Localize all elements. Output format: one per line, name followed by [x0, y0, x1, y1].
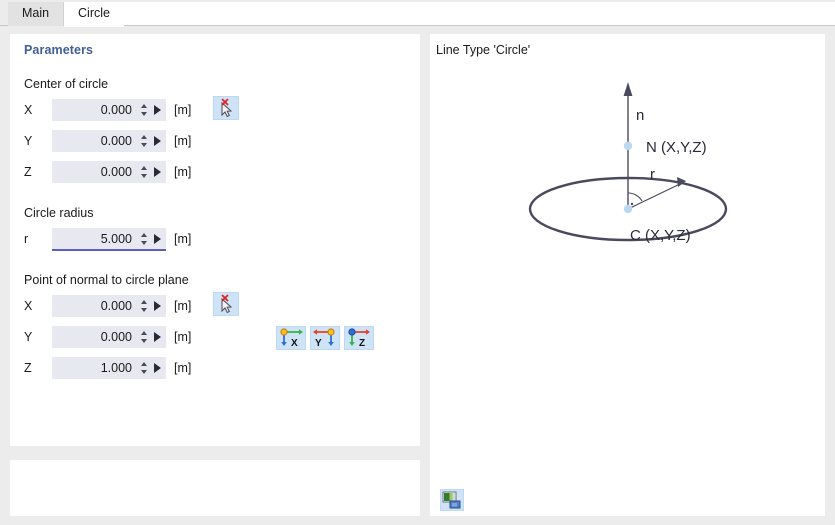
unit-normal-x: [m]: [174, 299, 192, 313]
graphic-panel: Line Type 'Circle' n N (X,Y,Z) r C (X,Y,…: [430, 34, 825, 516]
center-point-label: C (X,Y,Z): [630, 227, 691, 244]
lower-info-panel: [10, 460, 420, 516]
circle-diagram: n N (X,Y,Z) r C (X,Y,Z): [528, 82, 728, 244]
label-radius: r: [24, 232, 29, 246]
pick-point-cursor-button-center[interactable]: [213, 96, 239, 120]
axis-y-icon: Y: [313, 328, 335, 349]
dropdown-arrow-icon-normal-x[interactable]: [151, 296, 166, 316]
dropdown-arrow-icon-center-y[interactable]: [151, 131, 166, 151]
spinner-radius[interactable]: [138, 229, 151, 249]
input-center-x[interactable]: 0.000: [52, 99, 166, 121]
unit-center-x: [m]: [174, 103, 192, 117]
dropdown-arrow-icon-center-x[interactable]: [151, 100, 166, 120]
label-normal-y: Y: [24, 330, 33, 344]
unit-normal-y: [m]: [174, 330, 192, 344]
input-normal-y-value: 0.000: [100, 330, 132, 344]
input-normal-x[interactable]: 0.000: [52, 295, 166, 317]
label-center-x: X: [24, 103, 33, 117]
radius-arrowhead: [677, 177, 686, 187]
spinner-center-x[interactable]: [138, 100, 151, 120]
dropdown-arrow-icon-normal-z[interactable]: [151, 358, 166, 378]
spinner-normal-z[interactable]: [138, 358, 151, 378]
spinner-center-y[interactable]: [138, 131, 151, 151]
normal-vector-arrowhead: [623, 82, 633, 96]
pick-point-cursor-icon: [221, 98, 233, 118]
svg-text:Y: Y: [315, 338, 322, 349]
radius-label: r: [650, 166, 655, 183]
unit-normal-z: [m]: [174, 361, 192, 375]
right-angle-dot: [630, 202, 634, 206]
svg-text:X: X: [291, 338, 298, 349]
group-label-center: Center of circle: [24, 77, 109, 91]
radius-line: [627, 182, 683, 210]
unit-center-z: [m]: [174, 165, 192, 179]
parameters-panel: Parameters Center of circle X 0.000 [m] …: [10, 34, 420, 446]
tab-strip: Main Circle: [0, 0, 835, 27]
label-normal-z: Z: [24, 361, 32, 375]
tab-circle[interactable]: Circle: [64, 2, 124, 27]
axis-z-icon: Z: [348, 328, 370, 349]
axis-x-icon: X: [280, 328, 303, 349]
graphic-panel-title: Line Type 'Circle': [436, 43, 531, 57]
screenshot-icon: [442, 491, 461, 509]
page-title: Parameters: [24, 43, 94, 57]
axis-x-button[interactable]: X: [276, 326, 306, 350]
input-normal-z-value: 1.000: [100, 361, 132, 375]
input-radius[interactable]: 5.000: [52, 228, 166, 251]
svg-text:Z: Z: [359, 338, 365, 349]
normal-point-label: N (X,Y,Z): [646, 139, 707, 156]
unit-radius: [m]: [174, 232, 192, 246]
input-center-z[interactable]: 0.000: [52, 161, 166, 183]
spinner-center-z[interactable]: [138, 162, 151, 182]
pick-point-cursor-button-normal[interactable]: [213, 292, 239, 316]
spinner-normal-x[interactable]: [138, 296, 151, 316]
input-normal-z[interactable]: 1.000: [52, 357, 166, 379]
axis-z-button[interactable]: Z: [344, 326, 374, 350]
input-normal-x-value: 0.000: [100, 299, 132, 313]
tab-main[interactable]: Main: [8, 2, 64, 26]
group-label-radius: Circle radius: [24, 206, 94, 220]
input-center-y-value: 0.000: [100, 134, 132, 148]
normal-point-marker: [623, 141, 633, 151]
spinner-normal-y[interactable]: [138, 327, 151, 347]
dropdown-arrow-icon-radius[interactable]: [151, 229, 166, 249]
dropdown-arrow-icon-center-z[interactable]: [151, 162, 166, 182]
group-label-normal: Point of normal to circle plane: [24, 273, 189, 287]
input-center-y[interactable]: 0.000: [52, 130, 166, 152]
input-radius-value: 5.000: [100, 231, 132, 246]
tab-strip-filler: [124, 2, 835, 26]
dropdown-arrow-icon-normal-y[interactable]: [151, 327, 166, 347]
pick-point-cursor-icon: [221, 294, 233, 314]
label-center-y: Y: [24, 134, 33, 148]
screenshot-button[interactable]: [440, 489, 464, 511]
input-center-z-value: 0.000: [100, 165, 132, 179]
right-angle-arc: [627, 192, 643, 202]
normal-vector-label: n: [636, 107, 644, 124]
unit-center-y: [m]: [174, 134, 192, 148]
label-center-z: Z: [24, 165, 32, 179]
center-point-marker: [623, 204, 633, 214]
input-center-x-value: 0.000: [100, 103, 132, 117]
axis-y-button[interactable]: Y: [310, 326, 340, 350]
label-normal-x: X: [24, 299, 33, 313]
input-normal-y[interactable]: 0.000: [52, 326, 166, 348]
